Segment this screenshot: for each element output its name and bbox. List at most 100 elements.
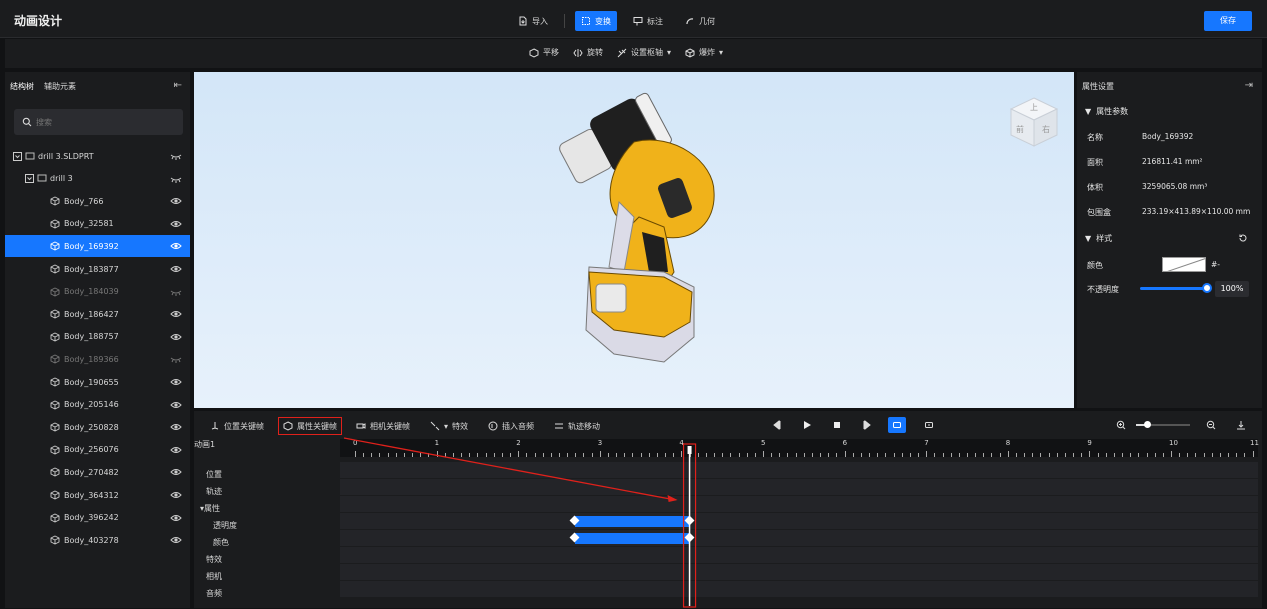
eye-icon[interactable] — [170, 535, 182, 545]
keyframe-bar[interactable] — [575, 533, 690, 544]
import-button[interactable]: 导入 — [512, 11, 554, 31]
opacity-slider-track[interactable] — [1140, 287, 1208, 290]
collapse-right-icon[interactable]: ⇥ — [1245, 80, 1253, 91]
tree-item[interactable]: drill 3.SLDPRT — [5, 145, 190, 167]
tree-item[interactable]: Body_186427 — [5, 303, 190, 325]
next-frame-icon[interactable] — [862, 420, 872, 430]
3d-viewport[interactable]: 上 前 右 — [194, 72, 1074, 408]
tree-item-label: Body_256076 — [64, 445, 119, 455]
timeline-toolbar: 位置关键帧 属性关键帧 相机关键帧 ▾ 特效 插入音频 轨迹移动 — [194, 411, 1262, 439]
eye-closed-icon[interactable] — [170, 287, 182, 297]
play-icon[interactable] — [802, 420, 812, 430]
ruler-label: 8 — [1005, 439, 1011, 447]
eye-icon[interactable] — [170, 490, 182, 500]
keyframe-bar[interactable] — [575, 516, 690, 527]
single-play-icon[interactable] — [924, 420, 934, 430]
eye-icon[interactable] — [170, 445, 182, 455]
tree-item[interactable]: Body_183877 — [5, 258, 190, 280]
tree-item[interactable]: Body_169392 — [5, 235, 190, 258]
pivot-dropdown[interactable]: 设置枢轴 ▾ — [617, 47, 671, 58]
track-row[interactable] — [340, 462, 1258, 478]
track-move-button[interactable]: 轨迹移动 — [550, 417, 604, 435]
track-area[interactable] — [340, 456, 1258, 606]
tab-helper-elements[interactable]: 辅助元素 — [44, 81, 76, 92]
opacity-input[interactable]: 100% — [1215, 281, 1249, 297]
annotation-button[interactable]: 标注 — [627, 11, 669, 31]
section-params[interactable]: ▼ 属性参数 — [1085, 106, 1128, 117]
tree-item[interactable]: Body_403278 — [5, 529, 190, 551]
eye-icon[interactable] — [170, 332, 182, 342]
geometry-button[interactable]: 几何 — [679, 11, 721, 31]
eye-icon[interactable] — [170, 196, 182, 206]
search-box[interactable] — [14, 109, 183, 135]
eye-icon[interactable] — [170, 400, 182, 410]
opacity-slider-thumb[interactable] — [1202, 283, 1212, 293]
stop-icon[interactable] — [832, 420, 842, 430]
tree-item[interactable]: Body_766 — [5, 190, 190, 212]
body-icon — [50, 467, 60, 477]
eye-icon[interactable] — [170, 422, 182, 432]
ruler-label: 5 — [761, 439, 766, 447]
track-row[interactable] — [340, 564, 1258, 580]
track-row[interactable] — [340, 547, 1258, 563]
tab-structure-tree[interactable]: 结构树 — [10, 81, 34, 92]
eye-closed-icon[interactable] — [170, 151, 182, 161]
transform-button[interactable]: 变换 — [575, 11, 617, 31]
explode-dropdown[interactable]: 爆炸 ▾ — [685, 47, 723, 58]
search-input[interactable] — [36, 117, 156, 127]
time-ruler[interactable]: 0 1 2 3 4 5 6 7 8 9 10 11 — [340, 439, 1259, 457]
track-label[interactable]: ▾属性 — [200, 503, 220, 514]
rotate-button[interactable]: 旋转 — [573, 47, 603, 58]
eye-icon[interactable] — [170, 467, 182, 477]
camera-keyframe-button[interactable]: 相机关键帧 — [352, 417, 414, 435]
track-row[interactable] — [340, 496, 1258, 512]
eye-closed-icon[interactable] — [170, 354, 182, 364]
effects-dropdown[interactable]: ▾ 特效 — [426, 417, 472, 435]
tree-item[interactable]: Body_188757 — [5, 326, 190, 348]
prev-frame-icon[interactable] — [772, 420, 782, 430]
zoom-slider-thumb[interactable] — [1144, 421, 1151, 428]
download-icon[interactable] — [1236, 420, 1246, 430]
tree-item[interactable]: Body_250828 — [5, 416, 190, 438]
tree-item[interactable]: Body_32581 — [5, 213, 190, 235]
property-keyframe-button[interactable]: 属性关键帧 — [278, 417, 342, 435]
track-row[interactable] — [340, 530, 1258, 546]
ruler-label: 3 — [597, 439, 603, 447]
tree-item-label: Body_183877 — [64, 264, 119, 274]
track-row[interactable] — [340, 479, 1258, 495]
tree-item[interactable]: Body_205146 — [5, 394, 190, 416]
eye-icon[interactable] — [170, 219, 182, 229]
eye-icon[interactable] — [170, 309, 182, 319]
zoom-out-icon[interactable] — [1206, 420, 1216, 430]
expand-toggle-icon[interactable] — [13, 151, 22, 161]
tree-item[interactable]: Body_270482 — [5, 461, 190, 483]
track-row[interactable] — [340, 513, 1258, 529]
eye-icon[interactable] — [170, 513, 182, 523]
tree-item[interactable]: Body_190655 — [5, 371, 190, 393]
reset-icon[interactable] — [1238, 233, 1248, 243]
tree-item[interactable]: Body_184039 — [5, 281, 190, 303]
eye-closed-icon[interactable] — [170, 174, 182, 184]
eye-icon[interactable] — [170, 241, 182, 251]
tree-item[interactable]: Body_396242 — [5, 507, 190, 529]
insert-audio-button[interactable]: 插入音频 — [484, 417, 538, 435]
save-button[interactable]: 保存 — [1204, 11, 1252, 31]
move-button[interactable]: 平移 — [529, 47, 559, 58]
eye-icon[interactable] — [170, 264, 182, 274]
position-keyframe-button[interactable]: 位置关键帧 — [206, 417, 268, 435]
collapse-left-icon[interactable]: ⇤ — [174, 80, 182, 91]
tree-item[interactable]: Body_364312 — [5, 484, 190, 506]
track-row[interactable] — [340, 581, 1258, 597]
track-label: 音频 — [206, 589, 222, 598]
caret-down-icon: ▼ — [1085, 107, 1092, 116]
color-swatch[interactable] — [1162, 257, 1206, 272]
section-style[interactable]: ▼ 样式 — [1085, 233, 1112, 244]
body-icon — [50, 309, 60, 319]
tree-item[interactable]: Body_256076 — [5, 439, 190, 461]
expand-toggle-icon[interactable] — [25, 174, 34, 184]
tree-item[interactable]: drill 3 — [5, 168, 190, 190]
zoom-in-icon[interactable] — [1116, 420, 1126, 430]
loop-toggle[interactable] — [888, 417, 906, 433]
tree-item[interactable]: Body_189366 — [5, 348, 190, 370]
eye-icon[interactable] — [170, 377, 182, 387]
